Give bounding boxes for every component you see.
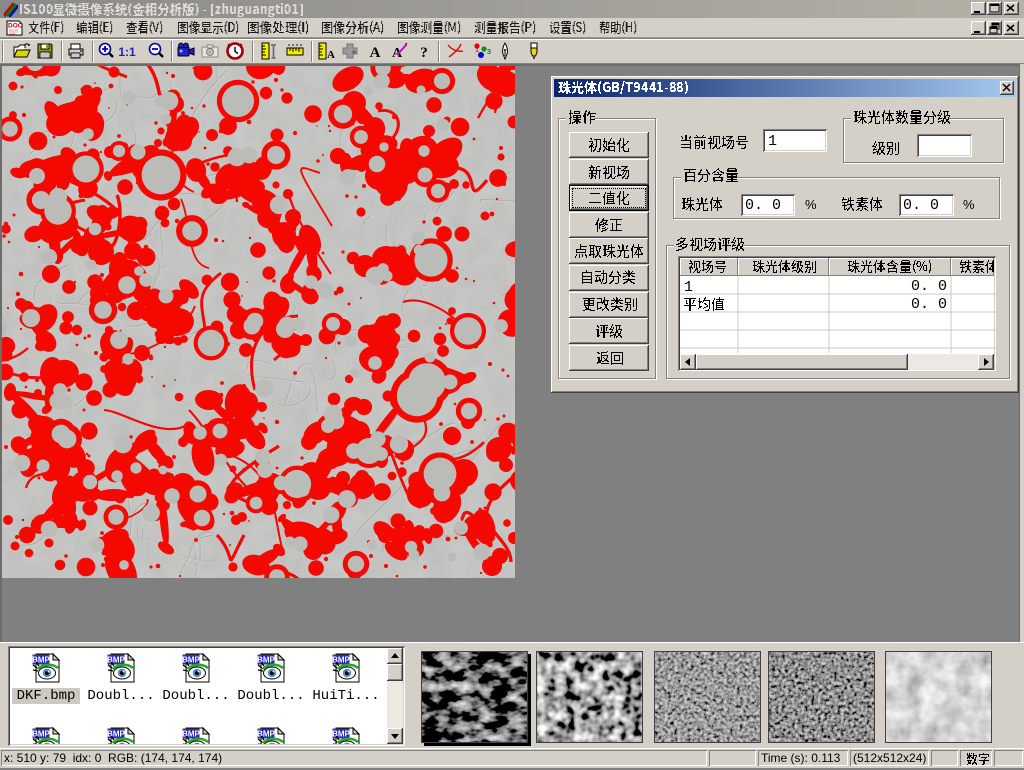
svg-text:BMP: BMP (107, 730, 125, 739)
svg-text:BMP: BMP (32, 730, 50, 739)
svg-text:BMP: BMP (182, 730, 200, 739)
svg-text:BMP: BMP (182, 656, 200, 665)
svg-text:BMP: BMP (257, 730, 275, 739)
svg-text:BMP: BMP (257, 656, 275, 665)
svg-text:BMP: BMP (332, 656, 350, 665)
svg-text:BMP: BMP (332, 730, 350, 739)
svg-text:BMP: BMP (32, 656, 50, 665)
svg-text:BMP: BMP (107, 656, 125, 665)
